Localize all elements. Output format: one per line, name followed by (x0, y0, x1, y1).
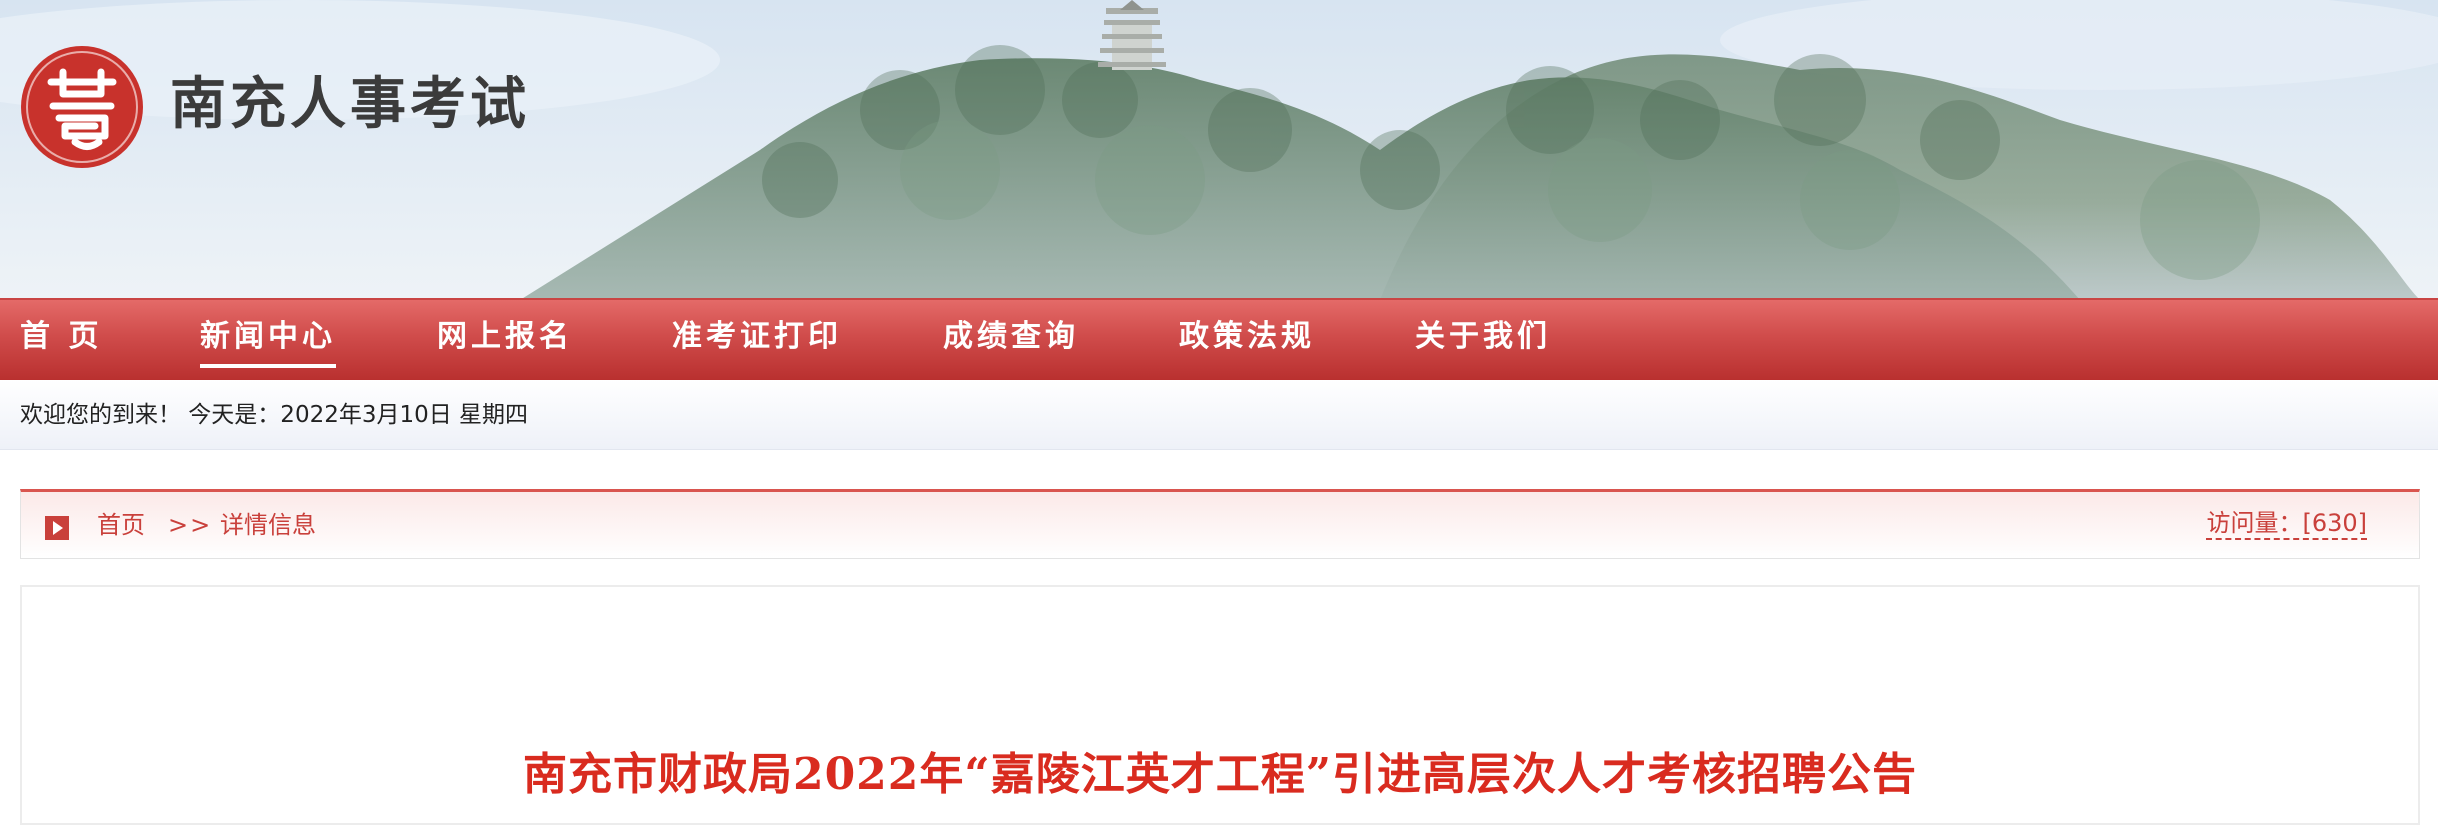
nav-item-label: 首 页 (20, 319, 103, 354)
breadcrumb: 首页 >> 详情信息 访问量：[630] (20, 489, 2420, 559)
play-square-icon (45, 516, 69, 540)
nav-item-label: 关于我们 (1415, 319, 1551, 354)
nav-item-home[interactable]: 首 页 (20, 300, 102, 380)
nav-item-admission-ticket[interactable]: 准考证打印 (672, 300, 842, 380)
nav-item-news-center[interactable]: 新闻中心 (200, 300, 336, 380)
nav-item-score-query[interactable]: 成绩查询 (943, 300, 1079, 380)
nav-item-about-us[interactable]: 关于我们 (1415, 300, 1551, 380)
article-panel: 南充市财政局2022年“嘉陵江英才工程”引进高层次人才考核招聘公告 (20, 585, 2420, 825)
nav-item-label: 准考证打印 (672, 319, 842, 354)
breadcrumb-separator: >> (168, 511, 213, 539)
visit-count: 访问量：[630] (2206, 508, 2367, 540)
nav-item-label: 政策法规 (1179, 319, 1315, 354)
seal-logo-icon (21, 46, 143, 168)
breadcrumb-home-link[interactable]: 首页 (97, 492, 145, 558)
nav-item-label: 新闻中心 (200, 319, 336, 354)
main-nav: 首 页 新闻中心 网上报名 准考证打印 成绩查询 政策法规 关于我们 (0, 298, 2438, 380)
welcome-text: 欢迎您的到来！ 今天是：2022年3月10日 星期四 (20, 402, 529, 428)
nav-item-online-registration[interactable]: 网上报名 (437, 300, 573, 380)
breadcrumb-current: 详情信息 (220, 511, 316, 539)
header-banner: 南充人事考试 (0, 0, 2438, 300)
site-title: 南充人事考试 (170, 72, 530, 137)
article-title: 南充市财政局2022年“嘉陵江英才工程”引进高层次人才考核招聘公告 (522, 749, 1918, 800)
mountain-banner-image (0, 0, 2438, 300)
nav-item-policies[interactable]: 政策法规 (1179, 300, 1315, 380)
nav-item-label: 成绩查询 (943, 319, 1079, 354)
active-underline (200, 364, 336, 368)
nav-item-label: 网上报名 (437, 319, 573, 354)
welcome-bar: 欢迎您的到来！ 今天是：2022年3月10日 星期四 (0, 380, 2438, 450)
